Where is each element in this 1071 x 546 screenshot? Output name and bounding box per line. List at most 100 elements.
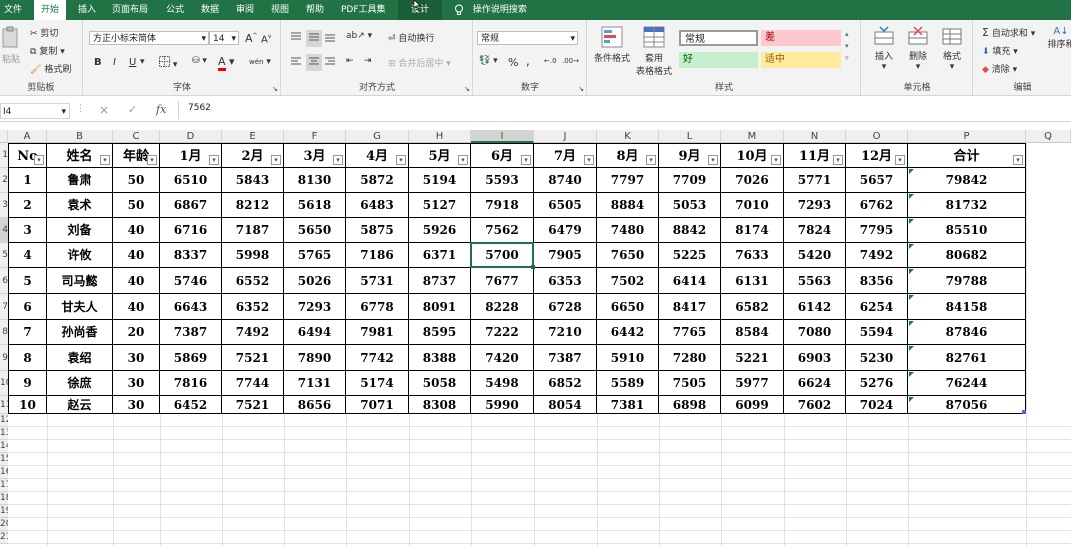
tab-home[interactable]: 开始 (34, 0, 66, 20)
table-cell[interactable]: 5618 (284, 193, 346, 218)
table-cell[interactable]: 40 (113, 243, 160, 268)
table-cell[interactable]: 5174 (346, 371, 409, 396)
table-cell[interactable]: 2 (8, 193, 47, 218)
table-cell[interactable]: 7918 (471, 193, 534, 218)
fill-color-button[interactable]: ⛁ ▾ (192, 56, 207, 66)
row-header[interactable]: 15 (0, 453, 8, 466)
table-cell[interactable]: 8054 (534, 396, 597, 414)
column-header[interactable]: F (284, 130, 346, 143)
column-header[interactable]: G (346, 130, 409, 143)
table-cell[interactable]: 30 (113, 345, 160, 371)
sort-filter-button[interactable]: A↓ 排序和 (1046, 26, 1071, 50)
table-cell[interactable]: 6903 (784, 345, 846, 371)
table-cell[interactable]: 7905 (534, 243, 597, 268)
column-header[interactable]: L (659, 130, 721, 143)
format-painter-button[interactable]: 🖌 格式刷 (30, 62, 71, 75)
row-header[interactable]: 12 (0, 414, 8, 427)
table-cell[interactable]: 7650 (597, 243, 659, 268)
table-cell[interactable]: 6142 (784, 294, 846, 320)
table-cell[interactable]: 鲁肃 (47, 168, 113, 193)
row-header[interactable]: 19 (0, 505, 8, 518)
table-cell[interactable]: 6 (8, 294, 47, 320)
table-cell[interactable]: 7521 (222, 345, 284, 371)
bold-button[interactable]: B (94, 57, 102, 68)
column-header[interactable]: J (534, 130, 597, 143)
table-cell[interactable]: 7602 (784, 396, 846, 414)
table-cell[interactable]: 7521 (222, 396, 284, 414)
underline-button[interactable]: U (129, 57, 136, 68)
table-cell[interactable]: 5058 (409, 371, 471, 396)
row-header[interactable]: 9 (0, 345, 8, 371)
increase-decimal-button[interactable]: ←.0 (544, 57, 557, 65)
table-cell[interactable]: 7816 (160, 371, 222, 396)
filter-dropdown-button[interactable]: ▾ (458, 155, 468, 165)
table-cell[interactable]: 赵云 (47, 396, 113, 414)
table-cell[interactable]: 7981 (346, 320, 409, 345)
table-resize-handle[interactable] (1022, 410, 1026, 414)
column-header[interactable]: B (47, 130, 113, 143)
row-header[interactable]: 10 (0, 371, 8, 396)
row-header[interactable]: 5 (0, 243, 8, 268)
table-cell[interactable]: 8842 (659, 218, 721, 243)
tab-view[interactable]: 视图 (271, 0, 289, 20)
tab-page-layout[interactable]: 页面布局 (112, 0, 148, 20)
table-cell[interactable]: 5053 (659, 193, 721, 218)
table-cell[interactable]: 5420 (784, 243, 846, 268)
font-color-button[interactable]: A ▾ (218, 55, 235, 71)
format-cells-button[interactable]: 格式 ▾ (938, 26, 966, 72)
filter-dropdown-button[interactable]: ▾ (833, 155, 843, 165)
table-cell[interactable]: 3 (8, 218, 47, 243)
column-header[interactable]: K (597, 130, 659, 143)
table-cell[interactable]: 7742 (346, 345, 409, 371)
table-cell[interactable]: 5127 (409, 193, 471, 218)
table-cell[interactable]: 30 (113, 396, 160, 414)
table-cell[interactable]: 40 (113, 218, 160, 243)
table-cell[interactable]: 7709 (659, 168, 721, 193)
column-header[interactable]: A (8, 130, 47, 143)
table-cell[interactable]: 7797 (597, 168, 659, 193)
table-cell[interactable]: 10 (8, 396, 47, 414)
tab-file[interactable]: 文件 (4, 0, 28, 20)
table-header-cell[interactable]: 合计 (908, 143, 1026, 168)
increase-font-button[interactable]: A^ (245, 32, 258, 45)
table-cell[interactable]: 5771 (784, 168, 846, 193)
table-cell[interactable]: 6510 (160, 168, 222, 193)
table-cell[interactable]: 5 (8, 268, 47, 294)
decrease-decimal-button[interactable]: .00→ (562, 57, 579, 65)
table-cell[interactable]: 50 (113, 168, 160, 193)
align-center-button[interactable] (306, 54, 322, 71)
column-header[interactable]: Q (1026, 130, 1071, 143)
table-cell[interactable]: 8740 (534, 168, 597, 193)
row-header[interactable]: 8 (0, 320, 8, 345)
table-cell[interactable]: 6353 (534, 268, 597, 294)
filter-dropdown-button[interactable]: ▾ (100, 155, 110, 165)
accounting-format-button[interactable]: 💱 ▾ (479, 56, 498, 66)
column-header[interactable]: I (471, 130, 534, 143)
row-header[interactable]: 7 (0, 294, 8, 320)
table-cell[interactable]: 8091 (409, 294, 471, 320)
table-cell[interactable]: 6867 (160, 193, 222, 218)
table-cell[interactable]: 8584 (721, 320, 784, 345)
row-header[interactable]: 16 (0, 466, 8, 479)
table-cell[interactable]: 7890 (284, 345, 346, 371)
column-header[interactable]: H (409, 130, 471, 143)
table-cell[interactable]: 30 (113, 371, 160, 396)
table-cell[interactable]: 5026 (284, 268, 346, 294)
table-cell[interactable]: 6371 (409, 243, 471, 268)
confirm-icon[interactable]: ✓ (128, 103, 137, 116)
paste-button[interactable]: 粘贴 (1, 26, 21, 66)
filter-dropdown-button[interactable]: ▾ (333, 155, 343, 165)
table-cell[interactable]: 5731 (346, 268, 409, 294)
table-cell[interactable]: 5977 (721, 371, 784, 396)
table-cell[interactable]: 4 (8, 243, 47, 268)
table-cell[interactable]: 5498 (471, 371, 534, 396)
table-cell[interactable]: 8228 (471, 294, 534, 320)
table-cell[interactable]: 6414 (659, 268, 721, 294)
filter-dropdown-button[interactable]: ▾ (521, 155, 531, 165)
table-cell[interactable]: 5872 (346, 168, 409, 193)
table-cell[interactable]: 7387 (534, 345, 597, 371)
table-cell[interactable]: 79842 (908, 168, 1026, 193)
table-cell[interactable]: 8130 (284, 168, 346, 193)
align-right-button[interactable] (324, 56, 336, 69)
table-cell[interactable]: 81732 (908, 193, 1026, 218)
